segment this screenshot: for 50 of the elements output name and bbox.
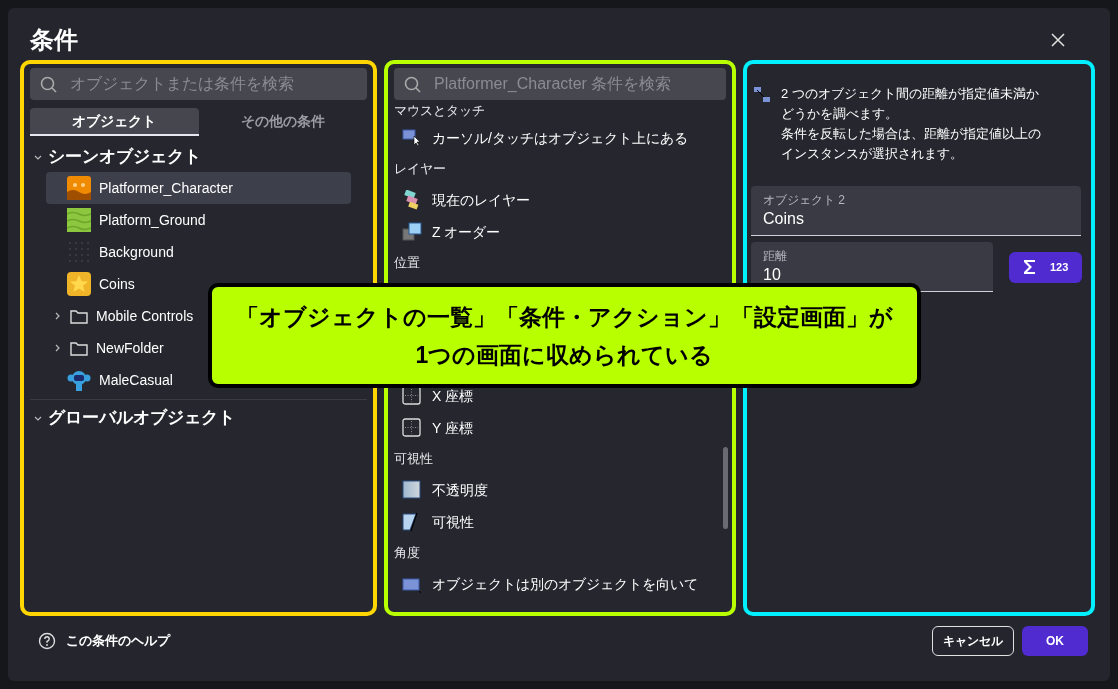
tree-item[interactable]: NewFolder — [46, 332, 351, 364]
expression-button[interactable]: 123 — [1009, 251, 1083, 283]
ok-button[interactable]: OK — [1022, 626, 1088, 656]
tab[interactable]: オブジェクト — [30, 108, 199, 136]
grass-icon — [67, 208, 91, 232]
distance-icon — [753, 86, 771, 103]
sigma-icon — [1023, 259, 1036, 275]
section-heading: 角度 — [393, 544, 421, 563]
description-text: 2 つのオブジェクト間の距離が指定値未満かどうかを調べます。 — [781, 85, 1040, 123]
section-heading: レイヤー — [393, 160, 447, 179]
condition-item[interactable]: カーソル/タッチはオブジェクト上にある — [388, 122, 732, 154]
input-field[interactable]: オブジェクト 2 Coins — [751, 186, 1081, 236]
robot-icon — [67, 368, 91, 392]
section-heading: 可視性 — [393, 450, 434, 469]
condition-item[interactable]: 不透明度 — [388, 474, 732, 506]
tree-item[interactable]: Coins — [46, 268, 351, 300]
group-label[interactable]: グローバルオブジェクト — [48, 405, 235, 431]
scrollbar-thumb[interactable] — [723, 447, 728, 529]
cancel-button[interactable]: キャンセル — [932, 626, 1014, 656]
section-heading: マウスとタッチ — [393, 102, 486, 121]
condition-item[interactable]: 可視性 — [388, 506, 732, 538]
tree-item[interactable]: Platform_Ground — [46, 204, 351, 236]
search-icon — [40, 76, 57, 93]
squares-icon — [402, 222, 422, 242]
condition-item[interactable]: 現在のレイヤー — [388, 184, 732, 216]
callout-text: 「オブジェクトの一覧」「条件・アクション」「設定画面」が — [236, 302, 893, 332]
search-field[interactable]: オブジェクトまたは条件を検索 — [30, 68, 367, 100]
dialog-title: 条件 — [30, 28, 78, 52]
folder-icon — [70, 308, 88, 324]
condition-item[interactable]: Y 座標 — [388, 412, 732, 444]
section-heading: 位置 — [393, 254, 421, 273]
description-text: 条件を反転した場合は、距離が指定値以上のインスタンスが選択されます。 — [781, 125, 1042, 163]
close-icon[interactable] — [1050, 32, 1066, 48]
tree-item[interactable]: MaleCasual — [46, 364, 351, 396]
group-label[interactable]: シーンオブジェクト — [48, 144, 201, 170]
character-icon — [67, 176, 91, 200]
tree-item[interactable]: Platformer_Character — [46, 172, 351, 204]
help-icon — [38, 632, 56, 650]
condition-item[interactable]: Z オーダー — [388, 216, 732, 248]
condition-item[interactable]: オブジェクトは別のオブジェクトを向いて — [388, 568, 732, 600]
gradient-icon — [402, 480, 422, 500]
search-field[interactable]: Platformer_Character 条件を検索 — [394, 68, 726, 100]
search-icon — [404, 76, 421, 93]
cursor-icon — [402, 128, 422, 148]
tree-item[interactable]: Background — [46, 236, 351, 268]
folder-icon — [70, 340, 88, 356]
help-link[interactable]: この条件のヘルプ — [66, 631, 170, 651]
callout-text: 1つの画面に収められている — [415, 340, 714, 370]
grid-icon — [402, 418, 422, 438]
tab[interactable]: その他の条件 — [198, 108, 367, 136]
